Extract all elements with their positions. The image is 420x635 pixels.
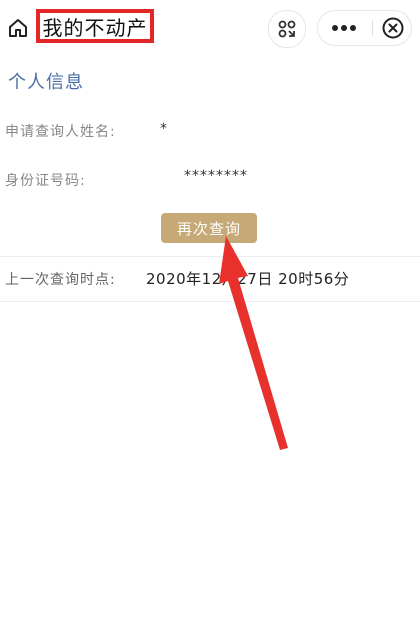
applicant-name-label: 申请查询人姓名: <box>5 124 116 140</box>
home-button[interactable] <box>6 16 30 40</box>
page-title: 我的不动产 <box>42 15 148 40</box>
id-number-value: ******** <box>184 168 248 184</box>
last-query-label: 上一次查询时点: <box>5 272 116 288</box>
scan-button[interactable] <box>268 10 306 48</box>
annotation-arrow <box>219 236 288 450</box>
last-query-value: 2020年12月27日 20时56分 <box>146 270 350 288</box>
requery-button[interactable]: 再次查询 <box>161 213 257 243</box>
more-button[interactable] <box>318 11 370 45</box>
capsule-divider <box>372 20 373 36</box>
scan-icon <box>278 20 296 38</box>
last-query-row: 上一次查询时点: 2020年12月27日 20时56分 <box>0 256 420 302</box>
home-icon <box>9 19 27 37</box>
mini-program-capsule <box>317 10 412 46</box>
close-button[interactable] <box>376 11 410 45</box>
page: 我的不动产 个人信息 申请查询人姓名: * 身份证号码: ******** 再次… <box>0 0 420 635</box>
applicant-name-value: * <box>160 121 168 137</box>
close-circle-icon <box>382 17 404 39</box>
section-title-personal-info: 个人信息 <box>8 72 84 93</box>
more-dots-icon <box>332 25 356 31</box>
page-title-highlight: 我的不动产 <box>36 9 154 43</box>
navigation-bar: 我的不动产 <box>0 0 420 56</box>
id-number-label: 身份证号码: <box>5 173 86 189</box>
